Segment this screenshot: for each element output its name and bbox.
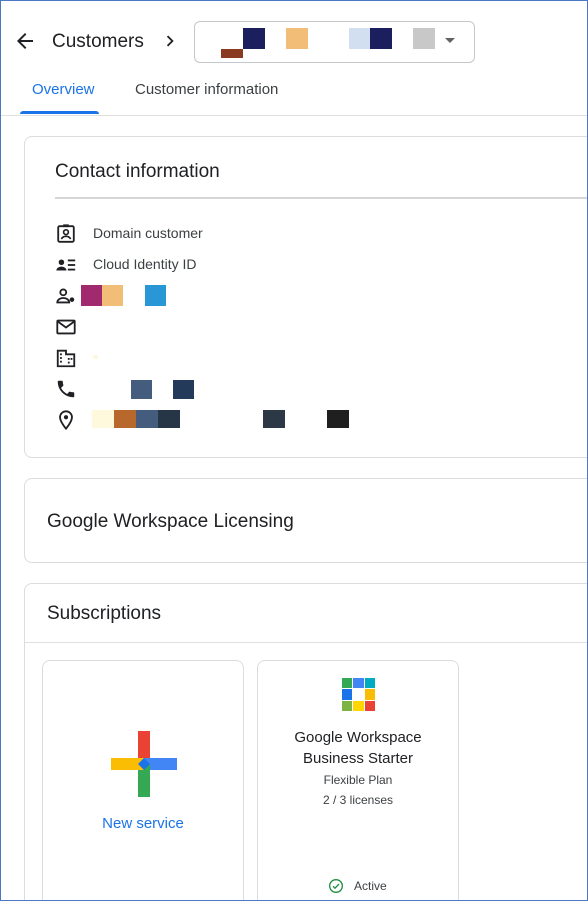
divider (25, 642, 587, 643)
subscription-tile[interactable]: Google Workspace Business Starter Flexib… (257, 660, 459, 900)
plus-colored-icon (111, 731, 177, 797)
redacted-customer-name (370, 28, 392, 49)
location-pin-icon (59, 410, 73, 431)
divider (55, 197, 587, 199)
badge-list-icon (56, 259, 76, 271)
contact-information-card: Contact information Domain customer Clou… (24, 136, 587, 458)
redacted-value (81, 285, 102, 306)
top-bar: Customers (1, 1, 587, 73)
subscriptions-title: Subscriptions (47, 603, 162, 624)
redacted-value (173, 380, 194, 399)
redacted-value (136, 410, 158, 428)
arrow-back-icon[interactable] (13, 29, 37, 53)
redacted-value (327, 410, 349, 428)
redacted-value (145, 285, 166, 306)
redacted-value (158, 410, 180, 428)
product-name-line1: Google Workspace (294, 729, 422, 746)
plan-label: Flexible Plan (323, 773, 393, 787)
dropdown-caret-icon (445, 38, 455, 43)
redacted-customer-name (349, 28, 371, 49)
product-name: Google Workspace Business Starter (258, 727, 458, 769)
person-settings-icon (56, 288, 75, 304)
redacted-customer-name (243, 28, 265, 49)
check-circle-icon (329, 879, 343, 893)
page-title: Customers (52, 31, 144, 52)
redacted-customer-name (221, 49, 243, 58)
contact-title: Contact information (55, 161, 220, 182)
redacted-customer-name (413, 28, 435, 49)
app-frame: Customers Overview Customer information … (0, 0, 588, 901)
new-service-tile[interactable]: New service (42, 660, 244, 900)
tab-bar: Overview Customer information (1, 73, 587, 116)
status-label: Active (354, 879, 387, 893)
new-service-label: New service (102, 815, 184, 832)
contact-row-label: Domain customer (93, 225, 203, 241)
redacted-value (93, 355, 98, 359)
redacted-value (263, 410, 285, 428)
chevron-right-icon (166, 35, 174, 47)
customer-picker[interactable] (194, 21, 475, 63)
workspace-logo-icon (342, 678, 375, 711)
redacted-value (102, 285, 123, 306)
phone-icon (57, 380, 75, 398)
contact-row-label: Cloud Identity ID (93, 256, 197, 272)
product-name-line2: Business Starter (302, 750, 414, 767)
redacted-value (131, 380, 152, 399)
contact-card-icon (57, 224, 75, 243)
email-icon (56, 319, 76, 335)
tab-customer-information[interactable]: Customer information (135, 81, 278, 98)
redacted-value (92, 410, 114, 428)
license-count: 2 / 3 licenses (322, 793, 394, 807)
active-tab-indicator (20, 111, 99, 114)
tab-overview[interactable]: Overview (32, 81, 95, 98)
licensing-title: Google Workspace Licensing (47, 511, 294, 532)
workspace-licensing-card[interactable]: Google Workspace Licensing (24, 478, 587, 563)
redacted-customer-name (286, 28, 308, 49)
redacted-value (114, 410, 136, 428)
building-icon (56, 349, 76, 368)
